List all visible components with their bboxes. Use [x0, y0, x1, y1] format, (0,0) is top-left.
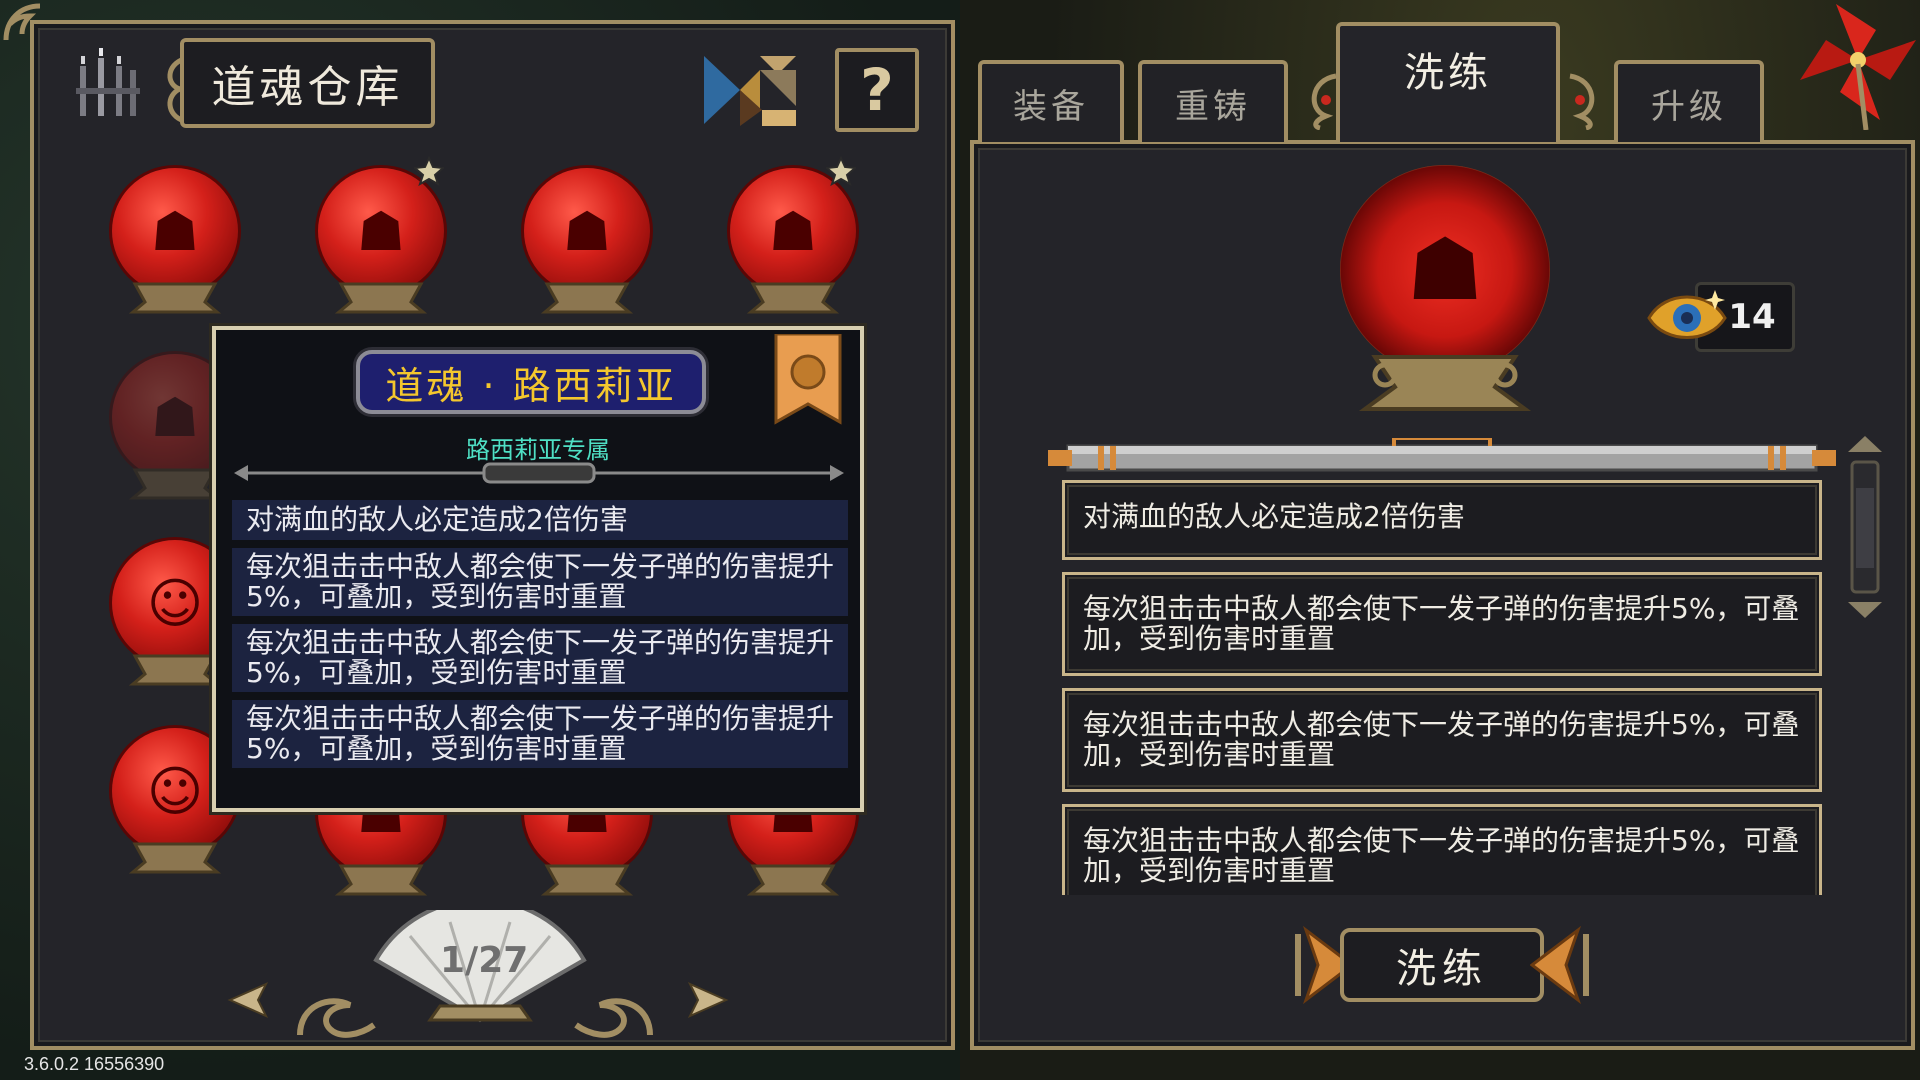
- reroll-currency: 14: [1645, 282, 1795, 352]
- face-glyph-icon: ☺: [146, 571, 204, 635]
- pager-ornament-icon: [297, 998, 376, 1038]
- affix-item[interactable]: 对满血的敌人必定造成2倍伤害: [1062, 480, 1822, 560]
- tab-recast[interactable]: 重铸: [1138, 60, 1288, 142]
- orb-stand-icon: [128, 468, 222, 500]
- soul-orb-slot[interactable]: ☗: [718, 156, 868, 328]
- scroll-down-icon: [1848, 602, 1882, 618]
- tab-reroll[interactable]: 洗练: [1336, 22, 1560, 142]
- prev-page-arrow-icon[interactable]: [226, 980, 270, 1020]
- reroll-button-label: 洗练: [1340, 928, 1544, 1002]
- orb-stand-icon: [128, 282, 222, 314]
- star-icon: [414, 156, 444, 186]
- scroll-up-icon: [1848, 436, 1882, 452]
- orb-stand-icon: [1358, 355, 1532, 411]
- affix-item[interactable]: 每次狙击击中敌人都会使下一发子弹的伤害提升5%，可叠加，受到伤害时重置: [1062, 688, 1822, 792]
- affix-list: 对满血的敌人必定造成2倍伤害 每次狙击击中敌人都会使下一发子弹的伤害提升5%，可…: [1062, 480, 1822, 895]
- version-label: 3.6.0.2 16556390: [24, 1054, 165, 1074]
- mask-glyph-icon: ☗: [356, 199, 406, 263]
- mask-glyph-icon: ☗: [150, 199, 200, 263]
- selected-soul: ☗: [1340, 165, 1550, 425]
- divider-ornament-icon: [234, 462, 844, 484]
- orb-stand-icon: [128, 654, 222, 686]
- page-indicator: 1/27: [440, 940, 529, 981]
- next-page-arrow-icon[interactable]: [686, 980, 730, 1020]
- tooltip-affix: 对满血的敌人必定造成2倍伤害: [232, 500, 848, 540]
- pager-ornament-icon: [574, 998, 653, 1038]
- pinwheel-icon[interactable]: [1796, 0, 1920, 130]
- tab-ornament-icon: [1311, 73, 1337, 130]
- mask-glyph-icon: ☗: [768, 199, 818, 263]
- orb-stand-icon: [540, 864, 634, 896]
- mask-glyph-icon: ☗: [1406, 220, 1484, 320]
- tangram-icon[interactable]: [700, 50, 800, 130]
- scroll-rod-icon: [1048, 438, 1836, 472]
- orb-stand-icon: [746, 864, 840, 896]
- tab-ornament-icon: [1569, 73, 1595, 130]
- orb-stand-icon: [540, 282, 634, 314]
- orb-stand-icon: [334, 864, 428, 896]
- orb-stand-icon: [746, 282, 840, 314]
- rank-badge-icon: [774, 334, 842, 425]
- candles-icon: [76, 48, 140, 116]
- affix-item[interactable]: 每次狙击击中敌人都会使下一发子弹的伤害提升5%，可叠加，受到伤害时重置: [1062, 572, 1822, 676]
- reroll-button[interactable]: 洗练: [1294, 916, 1590, 1014]
- tooltip-affix: 每次狙击击中敌人都会使下一发子弹的伤害提升5%，可叠加，受到伤害时重置: [232, 624, 848, 692]
- soul-orb-slot[interactable]: ☗: [512, 168, 662, 328]
- orb-stand-icon: [128, 842, 222, 874]
- soul-orb: ☗: [1340, 165, 1550, 375]
- star-icon: [826, 156, 856, 186]
- soul-orb-slot[interactable]: ☗: [306, 156, 456, 328]
- corner-ornament-icon: [3, 3, 41, 41]
- soul-orb-slot[interactable]: ☗: [100, 168, 250, 328]
- scrollbar[interactable]: [1842, 432, 1888, 622]
- eye-gem-icon: [1647, 290, 1727, 339]
- help-button[interactable]: ?: [835, 48, 919, 132]
- orb-stand-icon: [334, 282, 428, 314]
- face-glyph-icon: ☺: [146, 759, 204, 823]
- tooltip-affix: 每次狙击击中敌人都会使下一发子弹的伤害提升5%，可叠加，受到伤害时重置: [232, 700, 848, 768]
- soul-tooltip: 道魂 · 路西莉亚 路西莉亚专属 对满血的敌人必定造成2倍伤害 每次狙击击中敌人…: [212, 326, 864, 812]
- button-right-ornament-icon: [1530, 925, 1589, 1005]
- page-title: 道魂仓库: [180, 38, 435, 128]
- tab-equip[interactable]: 装备: [978, 60, 1124, 142]
- tooltip-affix: 每次狙击击中敌人都会使下一发子弹的伤害提升5%，可叠加，受到伤害时重置: [232, 548, 848, 616]
- tab-upgrade[interactable]: 升级: [1614, 60, 1764, 142]
- soul-name: 道魂 · 路西莉亚: [356, 350, 706, 414]
- mask-glyph-icon: ☗: [150, 385, 200, 449]
- mask-glyph-icon: ☗: [562, 199, 612, 263]
- affix-item[interactable]: 每次狙击击中敌人都会使下一发子弹的伤害提升5%，可叠加，受到伤害时重置: [1062, 804, 1822, 895]
- tooltip-affix-list: 对满血的敌人必定造成2倍伤害 每次狙击击中敌人都会使下一发子弹的伤害提升5%，可…: [232, 500, 848, 776]
